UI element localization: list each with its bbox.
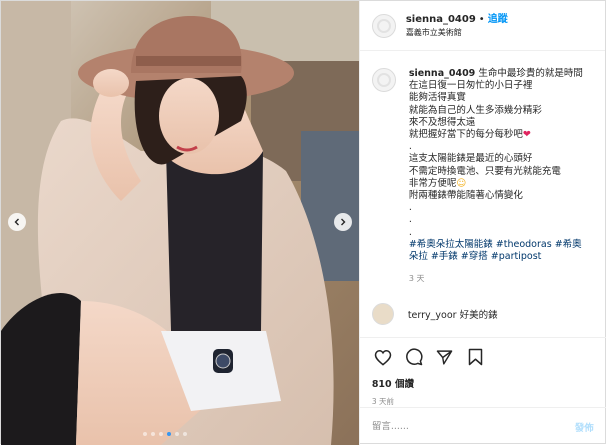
comment-text: terry_yoor 好美的錶 <box>407 310 498 322</box>
caption-text: sienna_0409 生命中最珍貴的就是時間 在這日復一日匆忙的小日子裡 能夠… <box>409 68 589 285</box>
save-button[interactable] <box>465 346 487 368</box>
caption-line-with-smile: 非常方便呢☺ <box>409 178 589 190</box>
comment-composer: 發佈 <box>359 407 606 445</box>
avatar[interactable] <box>371 303 394 326</box>
share-icon <box>437 349 453 365</box>
caption-line: 在這日復一日匆忙的小日子裡 <box>408 80 533 92</box>
caption-comment: sienna_0409 生命中最珍貴的就是時間 在這日復一日匆忙的小日子裡 能夠… <box>371 68 596 285</box>
carousel-dot <box>183 432 187 436</box>
caption-line: 非常方便呢 <box>408 177 457 189</box>
caption-timestamp[interactable]: 3 天 <box>409 273 589 285</box>
caption-line: 生命中最珍貴的就是時間 <box>478 68 583 79</box>
heart-icon <box>374 349 392 366</box>
carousel-dot <box>175 432 179 436</box>
post-comment-button[interactable]: 發佈 <box>575 420 594 434</box>
comment-icon <box>405 348 423 366</box>
caption-line-with-heart: 就把握好當下的每分每秒吧❤ <box>409 129 589 141</box>
comment-input[interactable] <box>371 421 575 432</box>
caption-line: 不需定時換電池、只要有光就能充電 <box>408 165 561 177</box>
caption-line: 附兩種錶帶能隨著心情變化 <box>408 190 523 202</box>
bookmark-icon <box>469 348 483 366</box>
comment-button[interactable] <box>403 346 425 368</box>
carousel-dot <box>143 432 147 436</box>
post-header: sienna_0409 • 追蹤 嘉義市立美術館 <box>359 1 605 51</box>
caption-line: . <box>408 141 412 153</box>
caption-line: . <box>408 226 412 238</box>
separator-dot: • <box>478 13 485 25</box>
carousel-next-button[interactable] <box>334 213 352 231</box>
caption-line: 能夠活得真實 <box>408 92 466 104</box>
caption-username-link[interactable]: sienna_0409 <box>409 68 475 79</box>
chevron-right-icon <box>341 218 346 226</box>
carousel-prev-button[interactable] <box>8 213 26 231</box>
caption-line: 就把握好當下的每分每秒吧 <box>408 129 523 141</box>
post-dialog: sienna_0409 • 追蹤 嘉義市立美術館 sienna_0409 生命中最珍… <box>0 0 606 445</box>
comments-list[interactable]: sienna_0409 生命中最珍貴的就是時間 在這日復一日匆忙的小日子裡 能夠… <box>360 52 606 337</box>
avatar[interactable] <box>371 68 396 92</box>
action-bar: 810 個讚 3 天前 <box>359 337 606 407</box>
smile-emoji-icon: ☺ <box>456 177 467 189</box>
location-link[interactable]: 嘉義市立美術館 <box>406 26 508 39</box>
hashtag-links[interactable]: #希奧朵拉太陽能錶 #theodoras #希奧朵拉 #手錶 #穿搭 #part… <box>409 239 589 263</box>
username-link[interactable]: sienna_0409 <box>406 14 476 25</box>
post-media[interactable] <box>1 1 359 445</box>
like-button[interactable] <box>372 346 394 368</box>
post-side-panel: sienna_0409 • 追蹤 嘉義市立美術館 sienna_0409 生命中最珍… <box>358 1 606 445</box>
caption-line: . <box>408 214 412 226</box>
avatar[interactable] <box>371 13 396 38</box>
caption-line: 來不及想得太遠 <box>408 116 476 128</box>
heart-emoji-icon: ❤ <box>522 129 531 141</box>
likes-count[interactable]: 810 個讚 <box>372 376 594 390</box>
caption-line: 這支太陽能錶是最近的心頭好 <box>408 153 533 165</box>
carousel-dot <box>167 432 171 436</box>
carousel-dot <box>159 432 163 436</box>
share-button[interactable] <box>434 346 456 368</box>
carousel-indicator <box>143 432 187 436</box>
post-date[interactable]: 3 天前 <box>372 396 594 407</box>
caption-line: . <box>408 202 412 214</box>
caption-line: 就能為自己的人生多添幾分精彩 <box>408 104 542 116</box>
comment-item: terry_yoor 好美的錶 <box>371 303 596 326</box>
follow-button[interactable]: 追蹤 <box>488 14 508 25</box>
chevron-left-icon <box>14 218 19 226</box>
post-photo <box>1 1 359 445</box>
carousel-dot <box>151 432 155 436</box>
